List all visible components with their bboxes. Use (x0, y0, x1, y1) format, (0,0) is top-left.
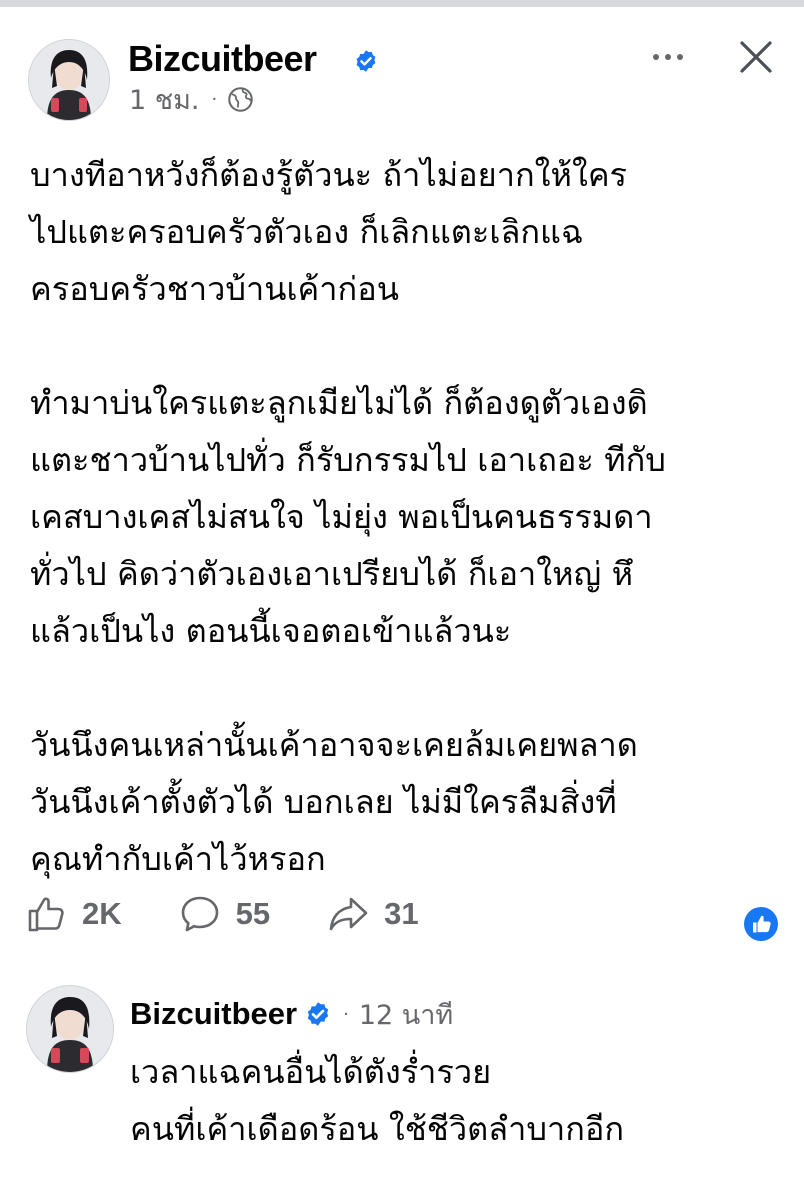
more-icon-dot (677, 54, 683, 60)
post-paragraph: ทำมาบ่นใครแตะลูกเมียไม่ได้ ก็ต้องดูตัวเอ… (30, 384, 666, 650)
verified-badge-icon (307, 1002, 329, 1026)
post-paragraph: วันนึงคนเหล่านั้นเค้าอาจจะเคยล้มเคยพลาด … (30, 726, 638, 878)
close-icon[interactable] (737, 38, 775, 76)
more-icon-dot (665, 54, 671, 60)
author-name[interactable]: Bizcuitbeer (128, 36, 317, 82)
share-arrow-icon (329, 897, 368, 931)
verified-badge-icon (356, 50, 376, 72)
comment-bubble-icon (181, 896, 218, 932)
post-actions: 2K 55 31 (24, 890, 419, 938)
author-avatar[interactable] (28, 39, 110, 121)
globe-icon (228, 86, 253, 112)
comment-timestamp[interactable]: 12 นาที (359, 993, 453, 1036)
avatar-image (27, 986, 113, 1072)
comment-author-name[interactable]: Bizcuitbeer (130, 996, 297, 1032)
thumbs-up-icon (28, 897, 64, 932)
comment-count: 55 (235, 896, 271, 931)
post-timestamp[interactable]: 1 ชม. (129, 78, 199, 121)
meta-separator: · (211, 88, 218, 110)
comment-header: Bizcuitbeer · 12 นาที (130, 992, 453, 1036)
commenter-avatar[interactable] (26, 985, 114, 1073)
post-meta: 1 ชม. · (129, 82, 254, 116)
comment-text: เวลาแฉคนอื่นได้ตังร่ำรวย คนที่เค้าเดือดร… (130, 1053, 625, 1148)
meta-separator: · (343, 1003, 349, 1025)
comment-button[interactable]: 55 (178, 892, 270, 936)
share-button[interactable]: 31 (326, 892, 419, 936)
like-button[interactable]: 2K (24, 892, 122, 936)
share-count: 31 (384, 896, 419, 931)
post-text: บางทีอาหวังก็ต้องรู้ตัวนะ ถ้าไม่อยากให้ใ… (30, 147, 790, 888)
like-count: 2K (82, 896, 122, 931)
post-paragraph: บางทีอาหวังก็ต้องรู้ตัวนะ ถ้าไม่อยากให้ใ… (30, 156, 628, 308)
avatar-image (29, 40, 109, 120)
more-icon (653, 54, 659, 60)
top-divider (0, 0, 804, 7)
more-options-button[interactable] (646, 42, 690, 72)
like-reaction-icon[interactable] (743, 906, 779, 942)
